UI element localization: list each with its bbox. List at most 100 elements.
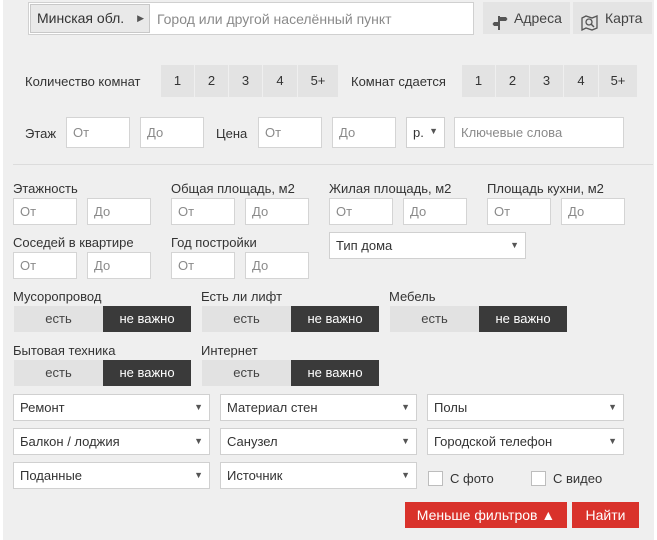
submitted-value: Поданные bbox=[20, 468, 83, 483]
map-button[interactable]: Карта bbox=[573, 2, 652, 34]
keywords-input[interactable] bbox=[454, 117, 624, 148]
year-built-to-input[interactable] bbox=[245, 252, 309, 279]
rooms-rented-1[interactable]: 1 bbox=[462, 65, 495, 97]
garbage-chute-yes[interactable]: есть bbox=[14, 306, 103, 332]
rooms-count-label: Количество комнат bbox=[25, 74, 141, 89]
photo-checkbox[interactable] bbox=[428, 471, 443, 486]
appliances-any[interactable]: не важно bbox=[103, 360, 191, 386]
video-checkbox[interactable] bbox=[531, 471, 546, 486]
year-built-label: Год постройки bbox=[171, 235, 257, 250]
source-value: Источник bbox=[227, 468, 283, 483]
map-icon bbox=[581, 10, 598, 42]
rooms-rented-label: Комнат сдается bbox=[351, 74, 446, 89]
city-input[interactable] bbox=[151, 4, 471, 33]
elevator-yes[interactable]: есть bbox=[202, 306, 291, 332]
internet-yes[interactable]: есть bbox=[202, 360, 291, 386]
living-area-from-input[interactable] bbox=[329, 198, 393, 225]
currency-select[interactable]: р. ▼ bbox=[406, 117, 445, 148]
storeys-to-input[interactable] bbox=[87, 198, 151, 225]
chevron-down-icon: ▼ bbox=[401, 436, 410, 446]
storeys-from-input[interactable] bbox=[13, 198, 77, 225]
renovation-select[interactable]: Ремонт ▼ bbox=[13, 394, 210, 421]
rooms-rented-2[interactable]: 2 bbox=[496, 65, 529, 97]
rooms-count-1[interactable]: 1 bbox=[161, 65, 194, 97]
living-area-label: Жилая площадь, м2 bbox=[329, 181, 452, 196]
video-label: С видео bbox=[553, 471, 603, 486]
total-area-to-input[interactable] bbox=[245, 198, 309, 225]
garbage-chute-label: Мусоропровод bbox=[13, 289, 102, 304]
chevron-down-icon: ▼ bbox=[194, 436, 203, 446]
appliances-yes[interactable]: есть bbox=[14, 360, 103, 386]
addresses-label: Адреса bbox=[514, 10, 562, 26]
total-area-label: Общая площадь, м2 bbox=[171, 181, 295, 196]
furniture-any[interactable]: не важно bbox=[479, 306, 567, 332]
chevron-down-icon: ▼ bbox=[429, 126, 438, 136]
neighbors-from-input[interactable] bbox=[13, 252, 77, 279]
signpost-icon bbox=[492, 10, 508, 42]
neighbors-to-input[interactable] bbox=[87, 252, 151, 279]
chevron-down-icon: ▼ bbox=[194, 402, 203, 412]
furniture-yes[interactable]: есть bbox=[390, 306, 479, 332]
wall-material-select[interactable]: Материал стен ▼ bbox=[220, 394, 417, 421]
kitchen-area-to-input[interactable] bbox=[561, 198, 625, 225]
region-button[interactable]: Минская обл. ▶ bbox=[30, 4, 150, 33]
garbage-chute-any[interactable]: не важно bbox=[103, 306, 191, 332]
internet-label: Интернет bbox=[201, 343, 258, 358]
source-select[interactable]: Источник ▼ bbox=[220, 462, 417, 489]
caret-right-icon: ▶ bbox=[137, 13, 144, 23]
filter-panel: Минская обл. ▶ Адреса Карта Количество к… bbox=[3, 0, 654, 540]
rooms-count-3[interactable]: 3 bbox=[229, 65, 262, 97]
rooms-rented-5plus[interactable]: 5+ bbox=[599, 65, 637, 97]
divider bbox=[13, 164, 653, 165]
rooms-count-2[interactable]: 2 bbox=[195, 65, 228, 97]
neighbors-label: Соседей в квартире bbox=[13, 235, 134, 250]
floor-to-input[interactable] bbox=[140, 117, 204, 148]
balcony-select[interactable]: Балкон / лоджия ▼ bbox=[13, 428, 210, 455]
submitted-select[interactable]: Поданные ▼ bbox=[13, 462, 210, 489]
furniture-label: Мебель bbox=[389, 289, 436, 304]
chevron-down-icon: ▼ bbox=[608, 402, 617, 412]
map-label: Карта bbox=[605, 10, 643, 26]
chevron-down-icon: ▼ bbox=[401, 402, 410, 412]
elevator-label: Есть ли лифт bbox=[201, 289, 283, 304]
living-area-to-input[interactable] bbox=[403, 198, 467, 225]
region-label: Минская обл. bbox=[37, 10, 125, 26]
elevator-any[interactable]: не важно bbox=[291, 306, 379, 332]
kitchen-area-label: Площадь кухни, м2 bbox=[487, 181, 604, 196]
price-label: Цена bbox=[216, 126, 248, 141]
rooms-rented-3[interactable]: 3 bbox=[530, 65, 563, 97]
year-built-from-input[interactable] bbox=[171, 252, 235, 279]
less-filters-button[interactable]: Меньше фильтров ▲ bbox=[405, 502, 567, 528]
storeys-label: Этажность bbox=[13, 181, 78, 196]
bathroom-select[interactable]: Санузел ▼ bbox=[220, 428, 417, 455]
chevron-down-icon: ▼ bbox=[194, 470, 203, 480]
phone-select[interactable]: Городской телефон ▼ bbox=[427, 428, 624, 455]
currency-value: р. bbox=[413, 125, 424, 140]
price-from-input[interactable] bbox=[258, 117, 322, 148]
wall-material-value: Материал стен bbox=[227, 400, 318, 415]
total-area-from-input[interactable] bbox=[171, 198, 235, 225]
price-to-input[interactable] bbox=[332, 117, 396, 148]
chevron-down-icon: ▼ bbox=[510, 240, 519, 250]
floor-label: Этаж bbox=[25, 126, 57, 141]
floors-value: Полы bbox=[434, 400, 468, 415]
chevron-down-icon: ▼ bbox=[401, 470, 410, 480]
kitchen-area-from-input[interactable] bbox=[487, 198, 551, 225]
balcony-value: Балкон / лоджия bbox=[20, 434, 120, 449]
floor-from-input[interactable] bbox=[66, 117, 130, 148]
bathroom-value: Санузел bbox=[227, 434, 278, 449]
photo-label: С фото bbox=[450, 471, 494, 486]
chevron-down-icon: ▼ bbox=[608, 436, 617, 446]
addresses-button[interactable]: Адреса bbox=[483, 2, 570, 34]
house-type-value: Тип дома bbox=[336, 238, 393, 253]
house-type-select[interactable]: Тип дома ▼ bbox=[329, 232, 526, 259]
rooms-count-5plus[interactable]: 5+ bbox=[298, 65, 338, 97]
appliances-label: Бытовая техника bbox=[13, 343, 116, 358]
rooms-rented-4[interactable]: 4 bbox=[564, 65, 598, 97]
phone-value: Городской телефон bbox=[434, 434, 553, 449]
renovation-value: Ремонт bbox=[20, 400, 65, 415]
find-button[interactable]: Найти bbox=[572, 502, 639, 528]
internet-any[interactable]: не важно bbox=[291, 360, 379, 386]
floors-select[interactable]: Полы ▼ bbox=[427, 394, 624, 421]
rooms-count-4[interactable]: 4 bbox=[263, 65, 297, 97]
